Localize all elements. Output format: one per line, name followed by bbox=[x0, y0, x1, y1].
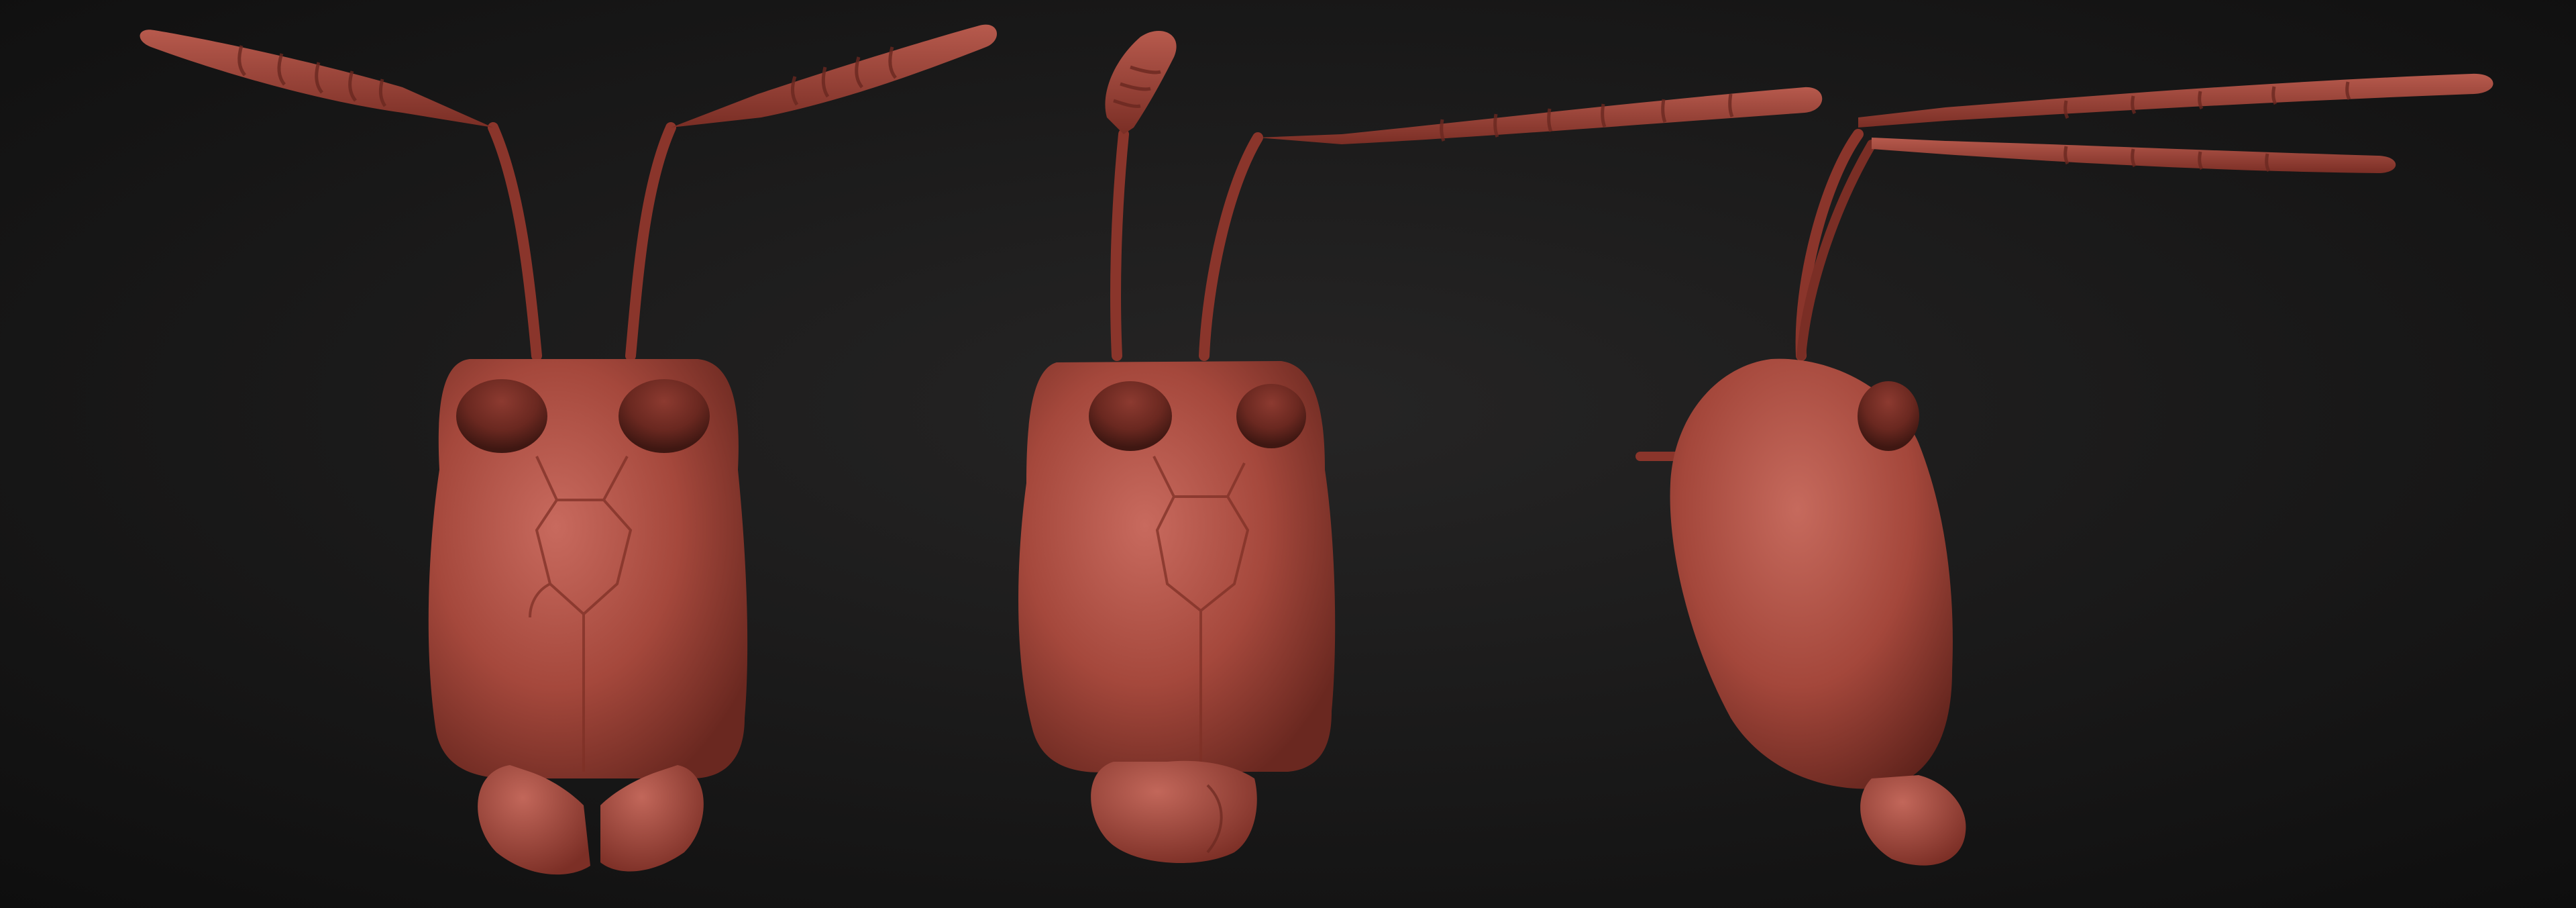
compound-eye bbox=[1858, 381, 1919, 451]
right-compound-eye bbox=[619, 379, 710, 453]
render-canvas bbox=[0, 0, 2576, 908]
far-compound-eye bbox=[1236, 384, 1306, 448]
render-viewport bbox=[0, 0, 2576, 908]
near-compound-eye bbox=[1089, 381, 1172, 451]
left-compound-eye bbox=[456, 379, 547, 453]
